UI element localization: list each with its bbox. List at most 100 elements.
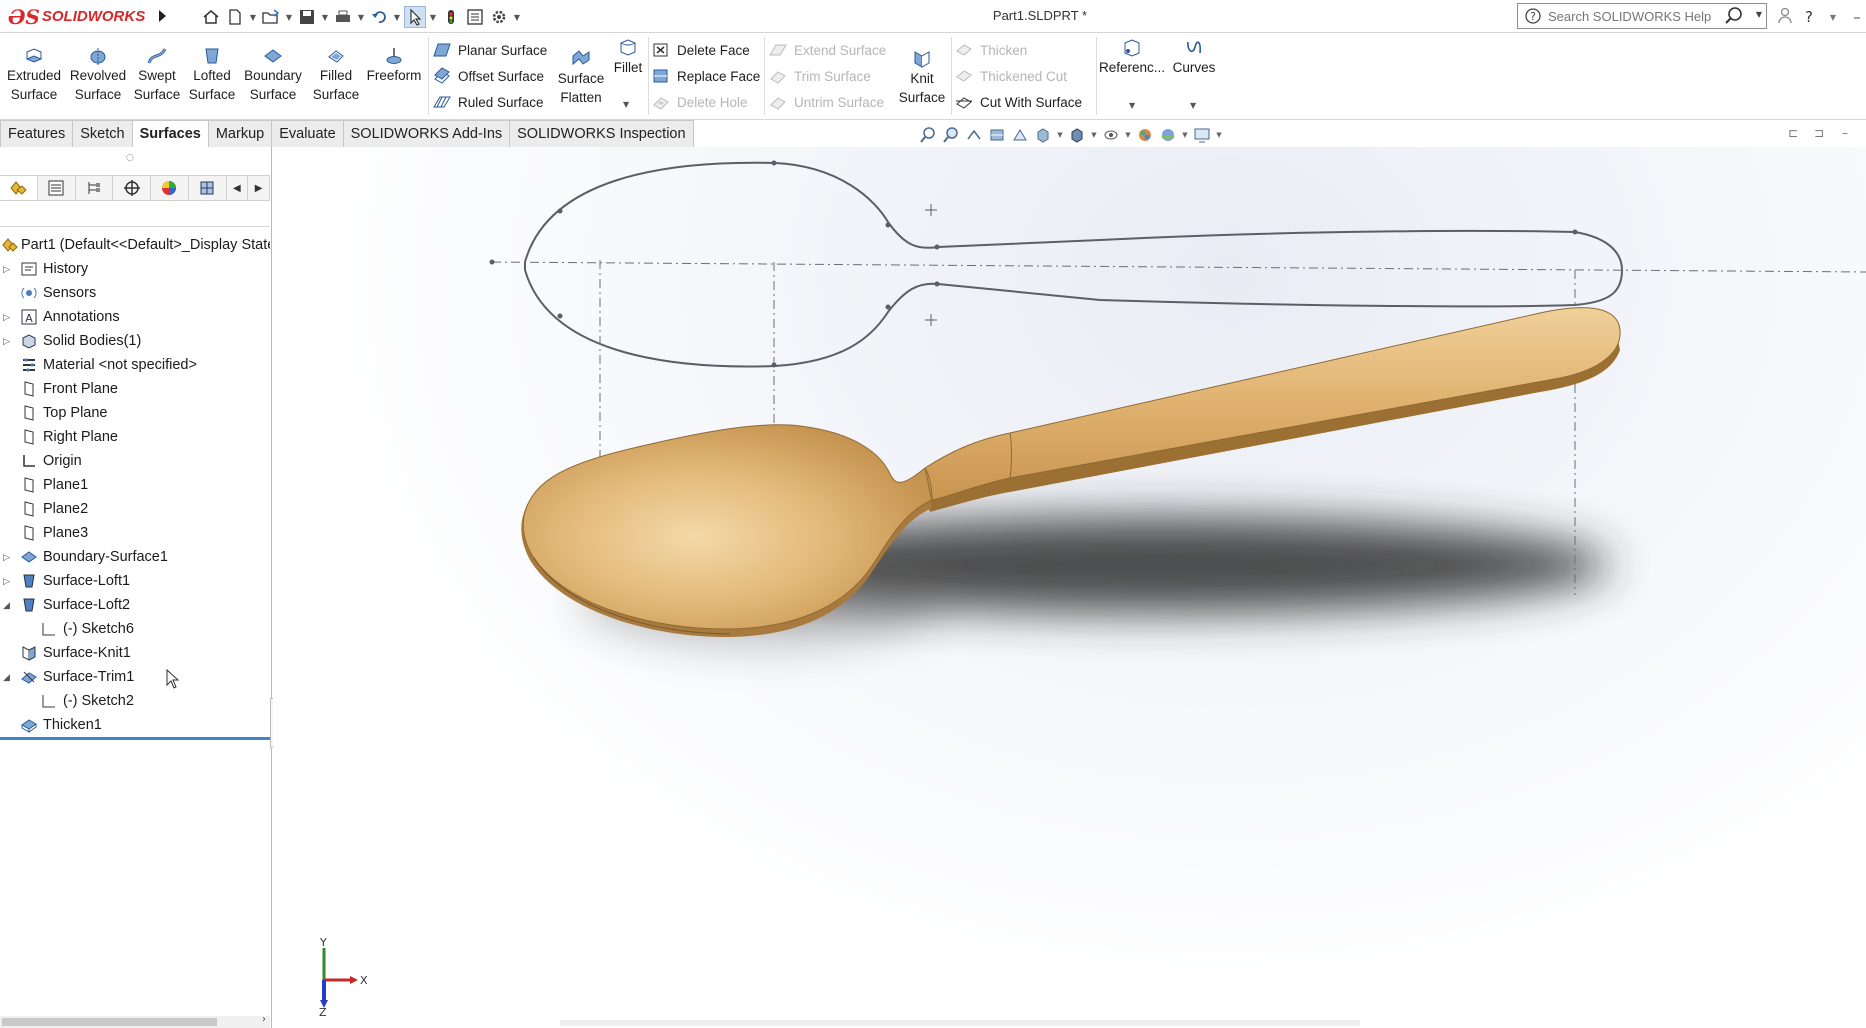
expand-arrow-icon[interactable]: ▷ xyxy=(3,312,10,323)
expand-panel-icon[interactable]: ⊐ xyxy=(1812,126,1826,140)
thickened-cut-button[interactable]: Thickened Cut xyxy=(954,66,1067,86)
tree-item-annotations[interactable]: ▷ A Annotations xyxy=(0,305,270,329)
section-view-icon[interactable] xyxy=(987,125,1007,145)
lofted-surface-button[interactable]: Lofted Surface xyxy=(186,45,238,104)
swept-surface-button[interactable]: Swept Surface xyxy=(134,45,180,104)
minimize-window-icon[interactable]: – xyxy=(1848,8,1866,26)
tree-item-plane2[interactable]: Plane2 xyxy=(0,497,270,521)
display-manager-tab-icon[interactable] xyxy=(151,176,189,200)
panel-split-handle-icon[interactable]: ○ xyxy=(126,153,134,163)
new-dropdown-icon[interactable]: ▼ xyxy=(248,6,258,28)
options-dropdown-icon[interactable]: ▼ xyxy=(512,6,522,28)
tree-item-solid-bodies-1[interactable]: ▷ Solid Bodies(1) xyxy=(0,329,270,353)
menu-expand-arrow-icon[interactable] xyxy=(156,7,168,25)
tabs-scroll-left-icon[interactable]: ◀ xyxy=(227,176,249,200)
help-search-box[interactable]: ? ▼ xyxy=(1517,3,1767,29)
apply-scene-icon[interactable] xyxy=(1158,125,1178,145)
tree-item-history[interactable]: ▷ History xyxy=(0,257,270,281)
thicken-button[interactable]: Thicken xyxy=(954,40,1027,60)
save-dropdown-icon[interactable]: ▼ xyxy=(320,6,330,28)
tree-item-front-plane[interactable]: Front Plane xyxy=(0,377,270,401)
display-style-dropdown-icon[interactable]: ▼ xyxy=(1090,131,1098,139)
hide-show-items-icon[interactable] xyxy=(1101,125,1121,145)
edit-appearance-icon[interactable] xyxy=(1135,125,1155,145)
surface-flatten-button[interactable]: Surface Flatten xyxy=(556,48,606,107)
expand-arrow-icon[interactable]: ▷ xyxy=(3,576,10,587)
expand-arrow-icon[interactable]: ▷ xyxy=(3,336,10,347)
ruled-surface-button[interactable]: Ruled Surface xyxy=(432,92,544,112)
tab-sketch[interactable]: Sketch xyxy=(72,120,133,147)
replace-face-button[interactable]: Replace Face xyxy=(651,66,760,86)
undo-dropdown-icon[interactable]: ▼ xyxy=(392,6,402,28)
options-icon[interactable] xyxy=(488,6,510,28)
tree-item-surface-loft1[interactable]: ▷ Surface-Loft1 xyxy=(0,569,270,593)
rollback-bar[interactable] xyxy=(0,737,270,740)
boundary-surface-button[interactable]: Boundary Surface xyxy=(242,45,304,104)
knit-surface-button[interactable]: Knit Surface xyxy=(896,48,948,107)
home-icon[interactable] xyxy=(200,6,222,28)
dimxpert-manager-tab-icon[interactable] xyxy=(113,176,151,200)
collapse-panel-icon[interactable]: ⊏ xyxy=(1786,126,1800,140)
dynamic-annotation-view-icon[interactable] xyxy=(1010,125,1030,145)
print-icon[interactable] xyxy=(332,6,354,28)
new-icon[interactable] xyxy=(224,6,246,28)
expand-arrow-icon[interactable]: ▷ xyxy=(3,264,10,275)
tab-features[interactable]: Features xyxy=(0,120,74,147)
curves-button[interactable]: Curves xyxy=(1170,37,1218,77)
reference-dropdown-icon[interactable]: ▼ xyxy=(1129,101,1135,110)
zoom-to-fit-icon[interactable] xyxy=(918,125,938,145)
extruded-surface-button[interactable]: Extruded Surface xyxy=(6,45,62,104)
search-dropdown-icon[interactable]: ▼ xyxy=(1756,10,1762,19)
offset-surface-button[interactable]: Offset Surface xyxy=(432,66,544,86)
property-manager-tab-icon[interactable] xyxy=(38,176,76,200)
planar-surface-button[interactable]: Planar Surface xyxy=(432,40,547,60)
configuration-manager-tab-icon[interactable] xyxy=(76,176,114,200)
display-style-icon[interactable] xyxy=(1067,125,1087,145)
trim-surface-button[interactable]: Trim Surface xyxy=(768,66,871,86)
rebuild-icon[interactable] xyxy=(440,6,462,28)
filled-surface-button[interactable]: Filled Surface xyxy=(310,45,362,104)
tree-item-surface-knit1[interactable]: Surface-Knit1 xyxy=(0,641,270,665)
select-icon[interactable] xyxy=(404,6,426,28)
collapse-arrow-icon[interactable]: ◢ xyxy=(3,600,10,611)
freeform-button[interactable]: Freeform xyxy=(364,45,424,85)
tab-markup[interactable]: Markup xyxy=(207,120,273,147)
delete-hole-button[interactable]: Delete Hole xyxy=(651,92,748,112)
user-icon[interactable] xyxy=(1776,6,1794,28)
cam-manager-tab-icon[interactable] xyxy=(189,176,227,200)
view-settings-icon[interactable] xyxy=(1192,125,1212,145)
tab-evaluate[interactable]: Evaluate xyxy=(271,120,344,147)
select-dropdown-icon[interactable]: ▼ xyxy=(428,6,438,28)
help-icon[interactable]: ? xyxy=(1800,8,1818,26)
view-settings-dropdown-icon[interactable]: ▼ xyxy=(1215,131,1223,139)
apply-scene-dropdown-icon[interactable]: ▼ xyxy=(1181,131,1189,139)
revolved-surface-button[interactable]: Revolved Surface xyxy=(68,45,128,104)
extend-surface-button[interactable]: Extend Surface xyxy=(768,40,886,60)
hide-show-dropdown-icon[interactable]: ▼ xyxy=(1124,131,1132,139)
tree-item-sketch2[interactable]: (-) Sketch2 xyxy=(0,689,270,713)
feature-manager-tab-icon[interactable] xyxy=(0,176,38,200)
untrim-surface-button[interactable]: Untrim Surface xyxy=(768,92,884,112)
tree-item-sensors[interactable]: Sensors xyxy=(0,281,270,305)
zoom-to-area-icon[interactable] xyxy=(941,125,961,145)
tree-item-top-plane[interactable]: Top Plane xyxy=(0,401,270,425)
tree-item-surface-loft2[interactable]: ◢ Surface-Loft2 xyxy=(0,593,270,617)
help-dropdown-icon[interactable]: ▼ xyxy=(1824,13,1842,22)
tree-item-thicken1[interactable]: Thicken1 xyxy=(0,713,270,737)
save-icon[interactable] xyxy=(296,6,318,28)
tree-item-origin[interactable]: Origin xyxy=(0,449,270,473)
fillet-dropdown-icon[interactable]: ▼ xyxy=(623,100,629,109)
solidworks-logo[interactable]: ƏS SOLIDWORKS xyxy=(8,3,152,30)
help-search-input[interactable] xyxy=(1548,8,1718,24)
open-icon[interactable] xyxy=(260,6,282,28)
tree-filter-row[interactable] xyxy=(0,201,270,227)
fillet-button[interactable]: Fillet xyxy=(610,37,646,77)
collapse-arrow-icon[interactable]: ◢ xyxy=(3,672,10,683)
tabs-scroll-right-icon[interactable]: ▶ xyxy=(248,176,270,200)
scrollbar-thumb[interactable] xyxy=(2,1018,217,1026)
tree-horizontal-scrollbar[interactable]: › xyxy=(0,1014,270,1028)
minimize-document-icon[interactable]: – xyxy=(1838,126,1852,140)
search-icon[interactable] xyxy=(1724,6,1744,30)
curves-dropdown-icon[interactable]: ▼ xyxy=(1190,101,1196,110)
reference-geometry-button[interactable]: Referenc... xyxy=(1099,37,1165,77)
